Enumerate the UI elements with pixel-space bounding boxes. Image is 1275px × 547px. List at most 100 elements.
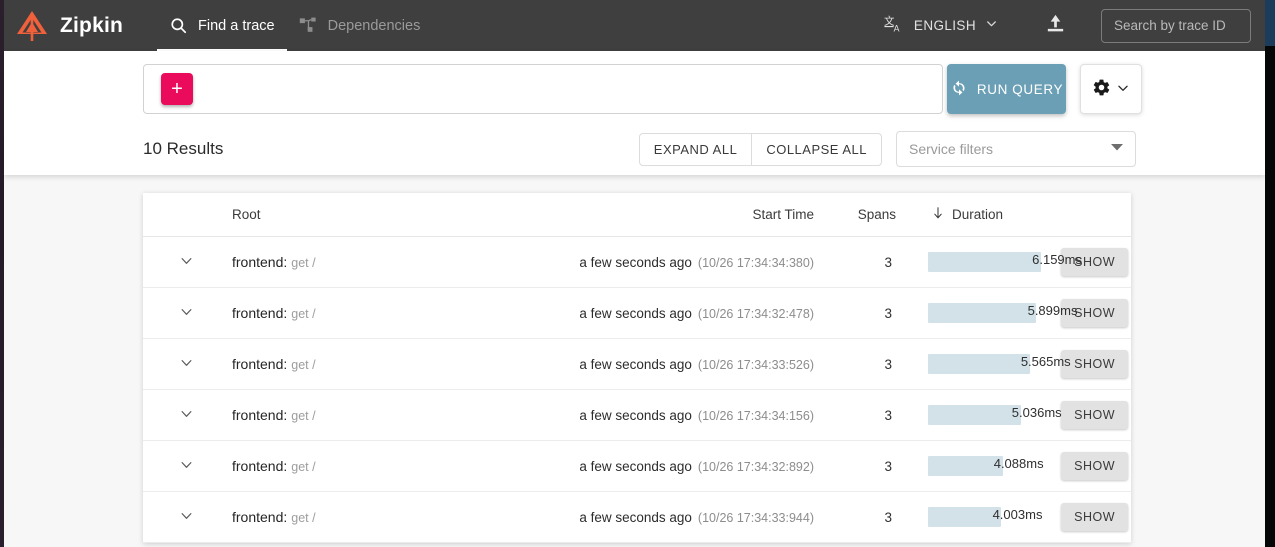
brand-title: Zipkin xyxy=(60,13,124,37)
row-duration-cell: 5.036ms xyxy=(926,405,1062,425)
duration-bar-track: 5.036ms xyxy=(928,405,1062,425)
row-root: frontend: get / xyxy=(229,407,524,423)
column-header-root[interactable]: Root xyxy=(229,207,524,222)
row-expand-toggle[interactable] xyxy=(143,457,229,475)
table-row[interactable]: frontend: get / a few seconds ago (10/26 17… xyxy=(143,390,1131,441)
search-by-trace-id-input[interactable] xyxy=(1101,8,1251,43)
row-operation-name: get / xyxy=(291,256,316,270)
row-start-relative: a few seconds ago xyxy=(579,356,692,372)
query-settings-button[interactable] xyxy=(1080,64,1142,114)
show-trace-button[interactable]: SHOW xyxy=(1061,401,1128,429)
row-service-name: frontend: xyxy=(232,305,288,321)
trace-results-table: Root Start Time Spans Duration frontend:… xyxy=(143,193,1131,543)
table-row[interactable]: frontend: get / a few seconds ago (10/26 17… xyxy=(143,441,1131,492)
run-query-button[interactable]: RUN QUERY xyxy=(947,64,1066,114)
window-right-edge xyxy=(1265,0,1275,547)
duration-bar xyxy=(928,405,1021,425)
row-operation-name: get / xyxy=(291,307,316,321)
table-row[interactable]: frontend: get / a few seconds ago (10/26 17… xyxy=(143,492,1131,543)
column-header-duration[interactable]: Duration xyxy=(926,206,1056,223)
duration-bar xyxy=(928,303,1037,323)
chevron-down-icon xyxy=(179,406,194,424)
row-operation-name: get / xyxy=(291,409,316,423)
row-service-name: frontend: xyxy=(232,254,288,270)
row-span-count: 3 xyxy=(884,509,892,525)
show-trace-button[interactable]: SHOW xyxy=(1061,452,1128,480)
row-start-relative: a few seconds ago xyxy=(579,458,692,474)
row-expand-toggle[interactable] xyxy=(143,355,229,373)
row-operation-name: get / xyxy=(291,511,316,525)
svg-text:A: A xyxy=(894,23,900,33)
tab-dependencies[interactable]: Dependencies xyxy=(287,0,433,51)
row-duration-value: 4.003ms xyxy=(992,507,1043,522)
top-bar-right-group: 文 A ENGLISH xyxy=(876,6,1265,46)
table-header-row: Root Start Time Spans Duration xyxy=(143,193,1131,237)
primary-nav-tabs: Find a trace Dependencies xyxy=(157,0,432,51)
top-navigation-bar: Zipkin Find a trace Dependencies 文 A ENG… xyxy=(4,0,1265,51)
search-icon xyxy=(169,16,188,35)
row-expand-toggle[interactable] xyxy=(143,508,229,526)
table-body: frontend: get / a few seconds ago (10/26 17… xyxy=(143,237,1131,543)
row-start-relative: a few seconds ago xyxy=(579,305,692,321)
table-row[interactable]: frontend: get / a few seconds ago (10/26 17… xyxy=(143,288,1131,339)
row-duration-cell: 4.088ms xyxy=(926,456,1056,476)
row-service-name: frontend: xyxy=(232,458,288,474)
row-start-absolute: (10/26 17:34:34:380) xyxy=(697,255,814,270)
tab-find-a-trace[interactable]: Find a trace xyxy=(157,0,287,51)
row-span-count: 3 xyxy=(884,458,892,474)
row-span-count: 3 xyxy=(884,305,892,321)
column-header-spans[interactable]: Spans xyxy=(816,207,926,222)
row-duration-value: 6.159ms xyxy=(1032,252,1082,267)
row-duration-cell: 5.565ms xyxy=(926,354,1071,374)
chevron-down-icon xyxy=(179,508,194,526)
column-header-start-time[interactable]: Start Time xyxy=(524,207,816,222)
row-duration-value: 5.565ms xyxy=(1020,354,1071,369)
arrow-down-icon xyxy=(931,206,945,223)
language-label: ENGLISH xyxy=(913,18,976,33)
row-start-absolute: (10/26 17:34:34:156) xyxy=(697,408,814,423)
duration-bar xyxy=(928,252,1041,272)
results-toolbar: 10 Results EXPAND ALL COLLAPSE ALL Servi… xyxy=(143,129,1136,169)
row-duration-value: 5.036ms xyxy=(1011,405,1062,420)
row-start-time: a few seconds ago (10/26 17:34:32:892) xyxy=(524,459,816,474)
refresh-icon xyxy=(950,79,968,100)
show-trace-button[interactable]: SHOW xyxy=(1061,350,1128,378)
row-show-cell: SHOW xyxy=(1056,452,1131,480)
zipkin-app: Zipkin Find a trace Dependencies 文 A ENG… xyxy=(0,0,1275,547)
collapse-all-button[interactable]: COLLAPSE ALL xyxy=(752,132,882,166)
search-criteria-box[interactable]: + xyxy=(143,64,943,114)
window-right-edge-top xyxy=(1265,0,1275,46)
row-expand-toggle[interactable] xyxy=(143,253,229,271)
table-row[interactable]: frontend: get / a few seconds ago (10/26 17… xyxy=(143,339,1131,390)
table-row[interactable]: frontend: get / a few seconds ago (10/26 17… xyxy=(143,237,1131,288)
query-panel: + RUN QUERY 10 Results EXPAND ALL COLLAP… xyxy=(4,51,1265,175)
show-trace-button[interactable]: SHOW xyxy=(1061,503,1128,531)
row-start-absolute: (10/26 17:34:32:478) xyxy=(697,306,814,321)
zipkin-logo-icon[interactable] xyxy=(12,6,52,46)
caret-down-icon xyxy=(1111,140,1123,158)
service-filters-select[interactable]: Service filters xyxy=(896,131,1136,167)
duration-bar-track: 5.565ms xyxy=(928,354,1071,374)
duration-bar xyxy=(928,456,1003,476)
row-start-time: a few seconds ago (10/26 17:34:32:478) xyxy=(524,306,816,321)
language-selector[interactable]: 文 A ENGLISH xyxy=(876,7,1006,45)
row-start-absolute: (10/26 17:34:33:944) xyxy=(697,510,814,525)
row-duration-cell: 5.899ms xyxy=(926,303,1077,323)
column-header-duration-label: Duration xyxy=(952,207,1004,222)
dependency-tree-icon xyxy=(299,16,318,35)
row-start-time: a few seconds ago (10/26 17:34:33:526) xyxy=(524,357,816,372)
results-count: 10 Results xyxy=(143,139,224,158)
row-expand-toggle[interactable] xyxy=(143,304,229,322)
row-start-time: a few seconds ago (10/26 17:34:33:944) xyxy=(524,510,816,525)
upload-json-button[interactable] xyxy=(1030,6,1081,46)
row-duration-value: 4.088ms xyxy=(993,456,1044,471)
chevron-down-icon xyxy=(179,304,194,322)
row-operation-name: get / xyxy=(291,460,316,474)
expand-all-button[interactable]: EXPAND ALL xyxy=(638,132,753,166)
upload-icon xyxy=(1044,12,1067,40)
add-criterion-button[interactable]: + xyxy=(161,73,193,105)
row-expand-toggle[interactable] xyxy=(143,406,229,424)
translate-icon: 文 A xyxy=(884,13,905,39)
row-start-absolute: (10/26 17:34:33:526) xyxy=(697,357,814,372)
row-span-count: 3 xyxy=(884,407,892,423)
